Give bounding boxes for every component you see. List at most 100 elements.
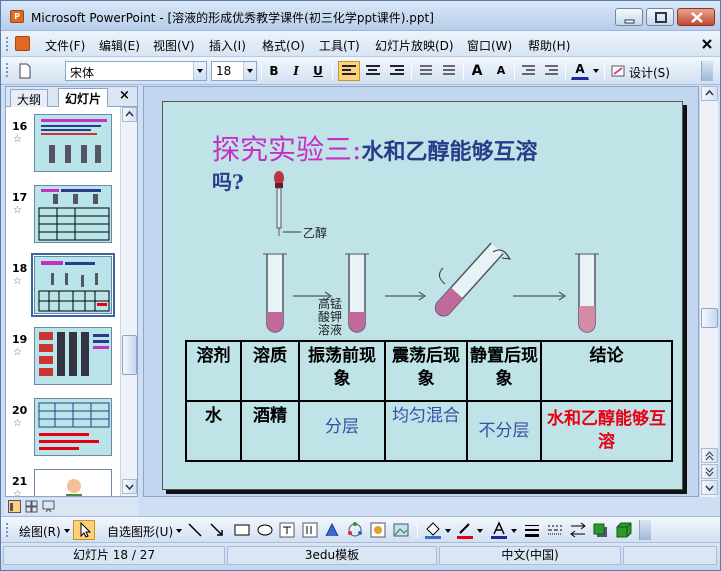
3d-style-icon[interactable] <box>615 522 633 538</box>
slide-thumbnail-18[interactable] <box>31 253 115 317</box>
current-slide[interactable]: 探究实验三:水和乙醇能够互溶 吗? 乙醇 高锰酸钾溶液 溶剂 溶质 振荡前现象 … <box>162 101 683 490</box>
slide-scrollbar[interactable] <box>699 86 718 497</box>
underline-button[interactable]: U <box>309 61 327 81</box>
menu-grip[interactable] <box>6 37 9 51</box>
slide-thumbnail-17[interactable] <box>34 185 112 243</box>
line-color-icon[interactable] <box>455 521 475 539</box>
scroll-down-icon[interactable] <box>701 480 718 495</box>
chevron-down-icon[interactable] <box>64 529 70 533</box>
bold-button[interactable]: B <box>265 61 283 81</box>
increase-indent-button[interactable] <box>541 61 561 81</box>
pane-close-icon[interactable]: × <box>119 88 130 103</box>
menu-edit[interactable]: 编辑(E) <box>99 37 140 54</box>
font-color-icon[interactable] <box>489 521 509 539</box>
maximize-button[interactable] <box>646 8 674 26</box>
diagram-icon[interactable] <box>347 522 363 538</box>
decrease-indent-button[interactable] <box>518 61 538 81</box>
chevron-down-icon[interactable] <box>243 62 256 80</box>
line-style-icon[interactable] <box>523 522 541 538</box>
toolbar-options-button[interactable] <box>639 520 651 540</box>
increase-font-button[interactable]: A <box>467 61 487 81</box>
menu-format[interactable]: 格式(O) <box>262 37 305 54</box>
thumbnail-scrollbar[interactable] <box>120 107 137 496</box>
previous-slide-icon[interactable] <box>701 448 718 463</box>
slide-sorter-icon[interactable] <box>25 500 38 513</box>
clipart-icon[interactable] <box>370 522 386 538</box>
powerpoint-app-icon[interactable]: P <box>10 10 24 23</box>
transition-star-icon: ☆ <box>13 347 22 358</box>
font-color-button[interactable]: A <box>571 61 589 80</box>
document-icon[interactable] <box>15 36 30 51</box>
decrease-font-button[interactable]: A <box>491 61 511 81</box>
shadow-style-icon[interactable] <box>592 522 610 538</box>
slide-thumbnail-19[interactable] <box>34 327 112 385</box>
arrow-icon[interactable] <box>209 522 225 538</box>
align-left-button[interactable] <box>338 61 360 81</box>
menu-view[interactable]: 视图(V) <box>153 37 195 54</box>
wordart-icon[interactable] <box>324 522 340 538</box>
toolbar-separator <box>332 63 333 79</box>
scrollbar-thumb[interactable] <box>122 335 137 375</box>
menu-slideshow[interactable]: 幻灯片放映(D) <box>375 37 454 54</box>
normal-view-icon[interactable] <box>8 500 21 513</box>
menu-insert[interactable]: 插入(I) <box>209 37 246 54</box>
tab-outline[interactable]: 大纲 <box>10 89 49 107</box>
chevron-down-icon[interactable] <box>445 529 451 533</box>
toolbar-grip[interactable] <box>6 63 9 77</box>
arrow-style-icon[interactable] <box>569 522 587 538</box>
chevron-down-icon[interactable] <box>193 62 206 80</box>
slideshow-icon[interactable] <box>42 500 55 513</box>
align-right-button[interactable] <box>386 61 408 81</box>
menu-window[interactable]: 窗口(W) <box>467 37 512 54</box>
menu-file[interactable]: 文件(F) <box>45 37 85 54</box>
picture-icon[interactable] <box>393 522 409 538</box>
close-button[interactable] <box>677 8 715 26</box>
scroll-up-icon[interactable] <box>701 86 718 101</box>
font-size-combo[interactable]: 18 <box>211 61 257 81</box>
rectangle-icon[interactable] <box>233 522 251 538</box>
new-document-icon[interactable] <box>17 63 33 79</box>
thumb-preview <box>66 479 82 496</box>
minimize-button[interactable] <box>615 8 643 26</box>
tab-slides[interactable]: 幻灯片 <box>58 88 109 107</box>
autoshapes-button[interactable]: 自选图形(U) <box>107 523 173 540</box>
scrollbar-thumb[interactable] <box>701 308 718 328</box>
toolbar-separator <box>565 63 566 79</box>
toolbar-options-button[interactable] <box>701 61 713 81</box>
oval-icon[interactable] <box>256 522 274 538</box>
restore-icon <box>655 12 667 23</box>
textbox-icon[interactable] <box>279 522 295 538</box>
toolbar-grip[interactable] <box>6 523 9 537</box>
close-icon <box>691 12 703 23</box>
font-name-combo[interactable]: 宋体 <box>65 61 207 81</box>
vertical-textbox-icon[interactable] <box>302 522 318 538</box>
next-slide-icon[interactable] <box>701 464 718 479</box>
scroll-up-icon[interactable] <box>122 107 137 122</box>
line-icon[interactable] <box>187 522 203 538</box>
slide-thumbnail-21[interactable] <box>34 469 112 496</box>
draw-menu-button[interactable]: 绘图(R) <box>19 523 61 540</box>
menu-help[interactable]: 帮助(H) <box>528 37 570 54</box>
font-size-value: 18 <box>216 64 232 78</box>
slide-title[interactable]: 探究实验三:水和乙醇能够互溶 <box>212 128 632 168</box>
numbering-button[interactable] <box>415 61 437 81</box>
table-cell-still: 不分层 <box>466 400 542 462</box>
chevron-down-icon[interactable] <box>593 69 599 73</box>
scroll-down-icon[interactable] <box>122 479 137 494</box>
chevron-down-icon[interactable] <box>511 529 517 533</box>
italic-button[interactable]: I <box>287 61 305 81</box>
thumb-number: 20 <box>12 404 28 417</box>
dash-style-icon[interactable] <box>546 522 564 538</box>
chevron-down-icon[interactable] <box>176 529 182 533</box>
menu-tools[interactable]: 工具(T) <box>319 37 360 54</box>
fill-color-icon[interactable] <box>423 521 443 539</box>
design-button[interactable]: 设计(S) <box>629 64 670 81</box>
bullets-button[interactable] <box>438 61 460 81</box>
toolbar-separator <box>411 63 412 79</box>
slide-thumbnail-16[interactable] <box>34 114 112 172</box>
slide-thumbnail-20[interactable] <box>34 398 112 456</box>
chevron-down-icon[interactable] <box>477 529 483 533</box>
select-objects-button[interactable] <box>73 520 95 540</box>
align-center-button[interactable] <box>362 61 384 81</box>
close-document-icon[interactable] <box>701 38 713 50</box>
